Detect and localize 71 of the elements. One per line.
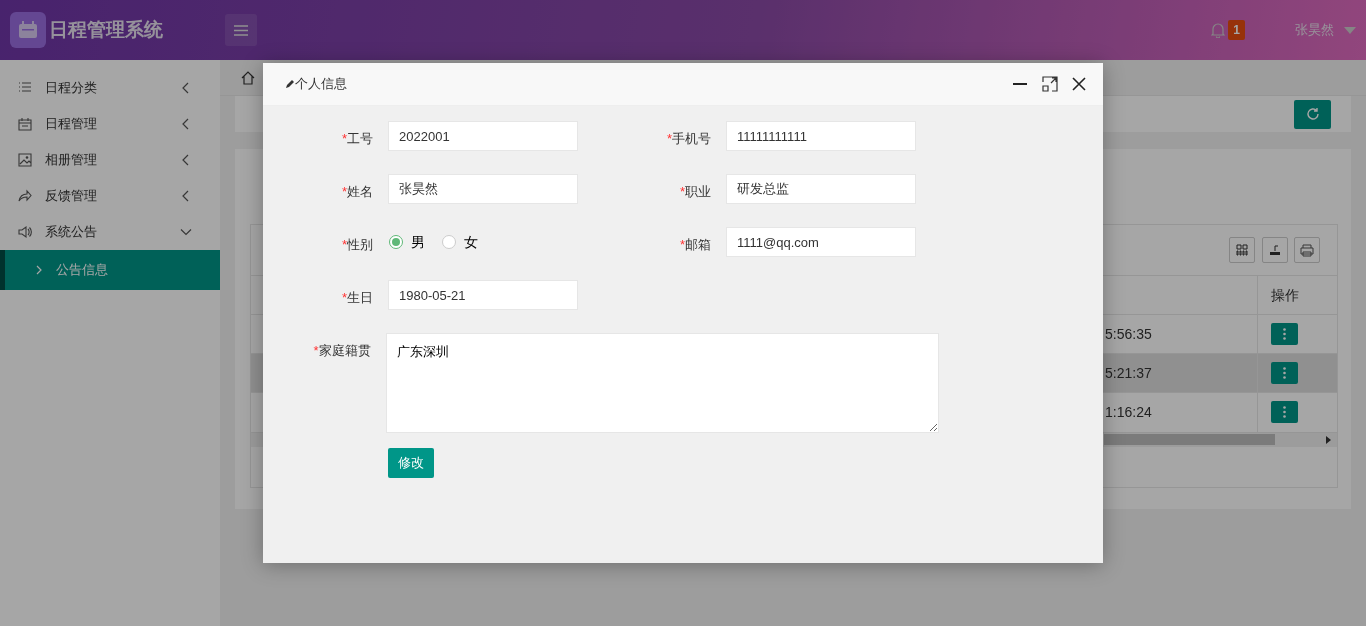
more-icon (1282, 367, 1286, 379)
pencil-icon (285, 79, 295, 89)
sidebar-item[interactable]: 系统公告 (0, 214, 220, 250)
required-mark: * (341, 291, 347, 304)
close-icon (1071, 76, 1087, 92)
required-mark: * (341, 132, 347, 145)
menu-icon (234, 24, 249, 36)
sidebar-item[interactable]: 日程管理 (0, 106, 220, 142)
print-button[interactable] (1294, 237, 1320, 263)
more-button[interactable] (1270, 323, 1298, 345)
sidebar-item[interactable]: 反馈管理 (0, 178, 220, 214)
dialog-title: 个人信息 (295, 75, 347, 94)
menu-item-icon (18, 189, 32, 203)
notification-count: 1 (1228, 20, 1245, 40)
table-cell: 1:16:24 (1105, 403, 1152, 420)
app-title: 日程管理系统 (49, 17, 164, 42)
grid-icon (1236, 244, 1248, 256)
text-area[interactable]: 广东深圳 (385, 333, 939, 433)
input-field[interactable]: 1980-05-21 (388, 280, 578, 310)
field-label: 家庭籍贯 (318, 344, 371, 357)
save-button[interactable]: 修改 (388, 448, 434, 478)
field-label: 邮箱 (685, 238, 711, 251)
field-label: 性别 (347, 238, 373, 251)
field-label: 姓名 (347, 185, 373, 198)
more-button[interactable] (1270, 401, 1298, 424)
menu-item-icon (18, 225, 32, 239)
scrollbar-thumb[interactable] (1104, 434, 1275, 445)
more-icon (1282, 406, 1286, 419)
table-cell: 5:21:37 (1105, 364, 1152, 381)
input-field[interactable]: 张昊然 (388, 174, 578, 204)
input-field[interactable]: 11111111111 (726, 121, 916, 151)
menu-item-icon (18, 153, 32, 167)
logo-icon (10, 12, 46, 48)
maximize-icon (1042, 76, 1058, 92)
radio-option[interactable]: 女 (441, 227, 478, 257)
refresh-button[interactable] (1294, 99, 1331, 129)
refresh-icon (1305, 107, 1320, 121)
export-button[interactable] (1261, 237, 1288, 263)
maximize-button[interactable] (1042, 76, 1058, 92)
chevron-right-icon (35, 265, 43, 275)
print-icon (1300, 243, 1314, 257)
menu-item-icon (18, 81, 32, 95)
required-mark: * (341, 185, 347, 198)
input-field[interactable]: 1111@qq.com (726, 227, 916, 257)
scroll-right-icon[interactable] (1325, 435, 1331, 444)
bell-icon[interactable] (1211, 22, 1226, 38)
column-header: 操作 (1257, 275, 1337, 315)
field-label: 职业 (685, 185, 711, 198)
required-mark: * (341, 238, 347, 251)
home-icon[interactable] (241, 70, 255, 85)
export-icon (1268, 244, 1281, 256)
required-mark: * (313, 344, 319, 357)
field-label: 工号 (347, 132, 373, 145)
minimize-icon (1013, 83, 1027, 85)
table-cell: 5:56:35 (1105, 325, 1152, 342)
sidebar-item[interactable]: 相册管理 (0, 142, 220, 178)
input-field[interactable]: 研发总监 (726, 174, 916, 204)
input-field[interactable]: 2022001 (388, 121, 578, 151)
close-button[interactable] (1071, 76, 1087, 92)
more-icon (1282, 328, 1286, 340)
field-label: 生日 (347, 291, 373, 304)
more-button[interactable] (1270, 362, 1298, 384)
columns-button[interactable] (1229, 237, 1255, 263)
required-mark: * (679, 185, 685, 198)
required-mark: * (666, 132, 672, 145)
sidebar-item[interactable]: 日程分类 (0, 70, 220, 106)
field-label: 手机号 (672, 132, 711, 145)
required-mark: * (679, 238, 685, 251)
caret-icon (1344, 26, 1356, 34)
radio-option[interactable]: 男 (388, 227, 425, 257)
menu-item-icon (18, 117, 32, 131)
